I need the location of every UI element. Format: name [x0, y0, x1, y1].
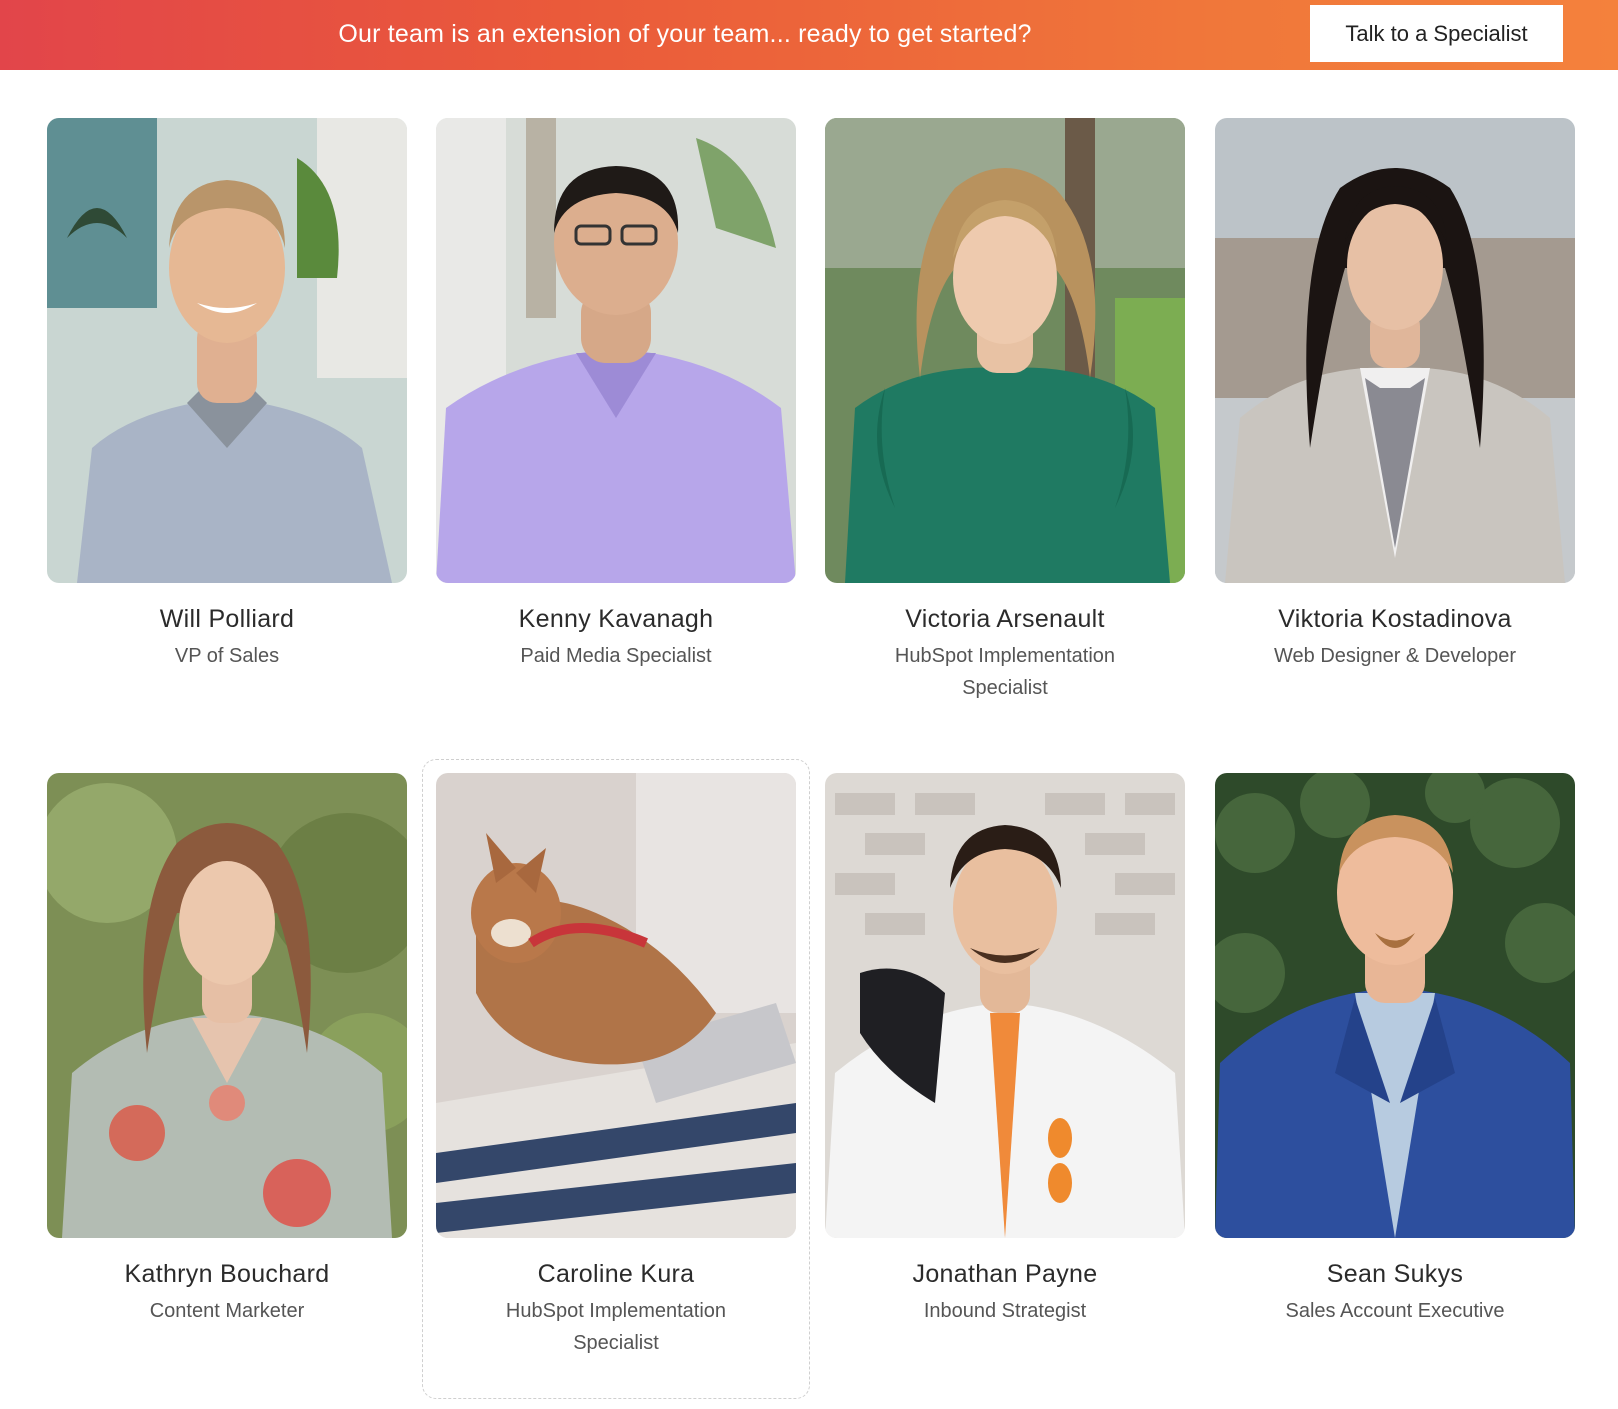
team-grid: Will Polliard VP of Sales Kenny Kavanagh…	[0, 0, 1618, 1409]
member-role: HubSpot Implementation Specialist	[894, 645, 1116, 699]
member-name: Caroline Kura	[537, 1260, 695, 1288]
member-photo	[1215, 773, 1575, 1238]
team-member-card[interactable]: Sean Sukys Sales Account Executive	[1215, 773, 1575, 1327]
member-name: Viktoria Kostadinova	[1278, 605, 1512, 633]
member-name: Sean Sukys	[1326, 1260, 1464, 1288]
member-role: Web Designer & Developer	[1274, 645, 1516, 667]
member-photo	[47, 118, 407, 583]
team-member-card[interactable]: Victoria Arsenault HubSpot Implementatio…	[825, 118, 1185, 704]
team-member-card[interactable]: Jonathan Payne Inbound Strategist	[825, 773, 1185, 1327]
member-name: Jonathan Payne	[912, 1260, 1098, 1288]
member-role: HubSpot Implementation Specialist	[505, 1300, 727, 1354]
team-member-card[interactable]: Will Polliard VP of Sales	[47, 118, 407, 672]
member-name: Kenny Kavanagh	[518, 605, 714, 633]
member-role: Inbound Strategist	[923, 1300, 1087, 1322]
member-photo	[436, 773, 796, 1238]
team-member-card[interactable]: Caroline Kura HubSpot Implementation Spe…	[422, 759, 810, 1399]
member-name: Will Polliard	[159, 605, 295, 633]
member-name: Victoria Arsenault	[905, 605, 1105, 633]
member-photo	[825, 118, 1185, 583]
team-member-card[interactable]: Kenny Kavanagh Paid Media Specialist	[436, 118, 796, 672]
member-role: Content Marketer	[149, 1300, 305, 1322]
member-role: Sales Account Executive	[1285, 1300, 1505, 1322]
team-member-card[interactable]: Viktoria Kostadinova Web Designer & Deve…	[1215, 118, 1575, 672]
member-name: Kathryn Bouchard	[124, 1260, 330, 1288]
member-photo	[47, 773, 407, 1238]
member-photo	[1215, 118, 1575, 583]
member-photo	[436, 118, 796, 583]
member-photo	[825, 773, 1185, 1238]
member-role: VP of Sales	[174, 645, 280, 667]
team-member-card[interactable]: Kathryn Bouchard Content Marketer	[47, 773, 407, 1327]
member-role: Paid Media Specialist	[520, 645, 712, 667]
